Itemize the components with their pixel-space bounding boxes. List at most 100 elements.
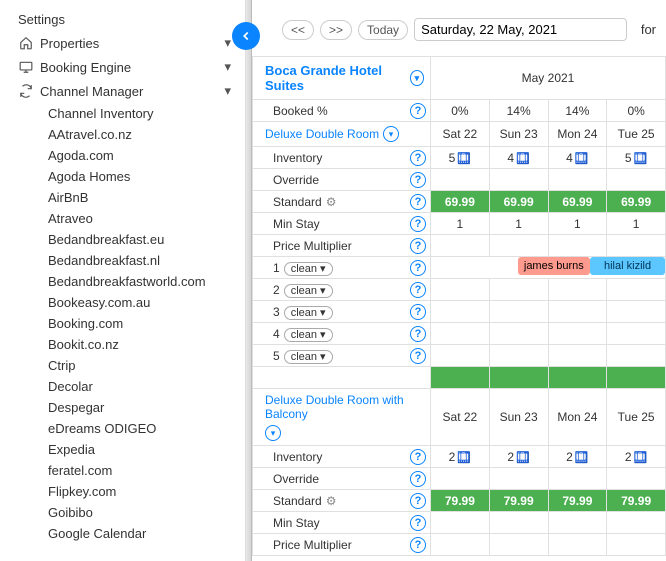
help-icon[interactable]: ? — [410, 449, 426, 465]
channel-item[interactable]: Google Calendar — [44, 523, 235, 544]
caret-icon: ▾ — [224, 35, 231, 51]
booked-cell: 0% — [607, 100, 666, 122]
channel-item[interactable]: Goibibo — [44, 502, 235, 523]
clean-status-select[interactable]: clean ▾ — [284, 284, 333, 298]
today-button[interactable]: Today — [358, 20, 408, 40]
briefcase-icon: 🛄 — [634, 153, 648, 165]
briefcase-icon: 🛄 — [516, 452, 530, 464]
inventory-label: Inventory — [273, 450, 410, 464]
channel-item[interactable]: Bookeasy.com.au — [44, 292, 235, 313]
inventory-cell[interactable]: 4🛄 — [489, 147, 548, 169]
nav-channel-manager[interactable]: Channel Manager ▾ — [14, 79, 235, 103]
collapse-sidebar-button[interactable] — [232, 22, 260, 50]
inventory-cell[interactable]: 2🛄 — [489, 446, 548, 468]
inventory-cell[interactable]: 2🛄 — [548, 446, 607, 468]
date-input[interactable] — [414, 18, 627, 41]
pricex-label: Price Multiplier — [273, 239, 410, 253]
minstay-cell[interactable]: 1 — [431, 213, 490, 235]
room-title: Deluxe Double Room with Balcony — [265, 393, 424, 421]
clean-status-select[interactable]: clean ▾ — [284, 262, 333, 276]
channel-item[interactable]: feratel.com — [44, 460, 235, 481]
booked-cell: 0% — [431, 100, 490, 122]
help-icon[interactable]: ? — [410, 471, 426, 487]
clean-status-select[interactable]: clean ▾ — [284, 328, 333, 342]
override-label: Override — [273, 173, 410, 187]
help-icon[interactable]: ? — [410, 348, 426, 364]
rate-cell[interactable]: 79.99 — [489, 490, 548, 512]
home-icon — [18, 36, 34, 50]
day-header: Sun 23 — [489, 389, 548, 446]
rate-cell[interactable]: 69.99 — [431, 191, 490, 213]
channel-item[interactable]: AAtravel.co.nz — [44, 124, 235, 145]
minstay-cell[interactable]: 1 — [607, 213, 666, 235]
rate-cell[interactable]: 69.99 — [607, 191, 666, 213]
channel-item[interactable]: Booking.com — [44, 313, 235, 334]
channel-item[interactable]: Bedandbreakfast.eu — [44, 229, 235, 250]
nav-booking-engine[interactable]: Booking Engine ▾ — [14, 55, 235, 79]
rate-cell[interactable]: 69.99 — [489, 191, 548, 213]
rate-cell[interactable]: 79.99 — [431, 490, 490, 512]
collapse-room-button[interactable]: ▾ — [265, 425, 281, 441]
calendar-grid: Boca Grande Hotel Suites ▾ May 2021 Book… — [252, 56, 666, 556]
help-icon[interactable]: ? — [410, 537, 426, 553]
month-label: May 2021 — [431, 57, 666, 100]
help-icon[interactable]: ? — [410, 304, 426, 320]
channel-item[interactable]: Agoda Homes — [44, 166, 235, 187]
nav-settings[interactable]: Settings — [14, 8, 235, 31]
rate-label: Standard — [273, 494, 322, 508]
help-icon[interactable]: ? — [410, 282, 426, 298]
channel-item[interactable]: Expedia — [44, 439, 235, 460]
day-header: Mon 24 — [548, 122, 607, 147]
rate-label: Standard — [273, 195, 322, 209]
channel-item[interactable]: Decolar — [44, 376, 235, 397]
channel-item[interactable]: Bedandbreakfast.nl — [44, 250, 235, 271]
collapse-room-button[interactable]: ▾ — [383, 126, 399, 142]
help-icon[interactable]: ? — [410, 238, 426, 254]
channel-item[interactable]: AirBnB — [44, 187, 235, 208]
prev-button[interactable]: << — [282, 20, 314, 40]
help-icon[interactable]: ? — [410, 515, 426, 531]
minstay-cell[interactable]: 1 — [548, 213, 607, 235]
caret-icon: ▾ — [224, 59, 231, 75]
rate-cell[interactable]: 69.99 — [548, 191, 607, 213]
channel-item[interactable]: Agoda.com — [44, 145, 235, 166]
minstay-cell[interactable]: 1 — [489, 213, 548, 235]
inventory-cell[interactable]: 2🛄 — [607, 446, 666, 468]
inventory-cell[interactable]: 2🛄 — [431, 446, 490, 468]
booking-bar[interactable]: hilal kizild — [590, 257, 665, 275]
inventory-cell[interactable]: 4🛄 — [548, 147, 607, 169]
briefcase-icon: 🛄 — [516, 153, 530, 165]
help-icon[interactable]: ? — [410, 150, 426, 166]
inventory-cell[interactable]: 5🛄 — [607, 147, 666, 169]
collapse-hotel-button[interactable]: ▾ — [410, 70, 424, 86]
channel-item[interactable]: Atraveo — [44, 208, 235, 229]
minstay-label: Min Stay — [273, 217, 410, 231]
channel-item[interactable]: eDreams ODIGEO — [44, 418, 235, 439]
help-icon[interactable]: ? — [410, 216, 426, 232]
next-button[interactable]: >> — [320, 20, 352, 40]
help-icon[interactable]: ? — [410, 326, 426, 342]
override-label: Override — [273, 472, 410, 486]
channel-item[interactable]: Bookit.co.nz — [44, 334, 235, 355]
channel-item[interactable]: Flipkey.com — [44, 481, 235, 502]
help-icon[interactable]: ? — [410, 260, 426, 276]
briefcase-icon: 🛄 — [634, 452, 648, 464]
rate-cell[interactable]: 79.99 — [607, 490, 666, 512]
inventory-cell[interactable]: 5🛄 — [431, 147, 490, 169]
channel-item[interactable]: Ctrip — [44, 355, 235, 376]
help-icon[interactable]: ? — [410, 172, 426, 188]
channel-item[interactable]: Despegar — [44, 397, 235, 418]
channel-list: Channel InventoryAAtravel.co.nzAgoda.com… — [14, 103, 235, 544]
channel-item[interactable]: Bedandbreakfastworld.com — [44, 271, 235, 292]
clean-status-select[interactable]: clean ▾ — [284, 350, 333, 364]
booking-bar[interactable]: james burns — [518, 257, 591, 275]
help-icon[interactable]: ? — [410, 194, 426, 210]
nav-properties[interactable]: Properties ▾ — [14, 31, 235, 55]
help-icon[interactable]: ? — [410, 103, 426, 119]
inventory-label: Inventory — [273, 151, 410, 165]
rate-cell[interactable]: 79.99 — [548, 490, 607, 512]
clean-status-select[interactable]: clean ▾ — [284, 306, 333, 320]
channel-item[interactable]: Channel Inventory — [44, 103, 235, 124]
monitor-icon — [18, 60, 34, 74]
help-icon[interactable]: ? — [410, 493, 426, 509]
